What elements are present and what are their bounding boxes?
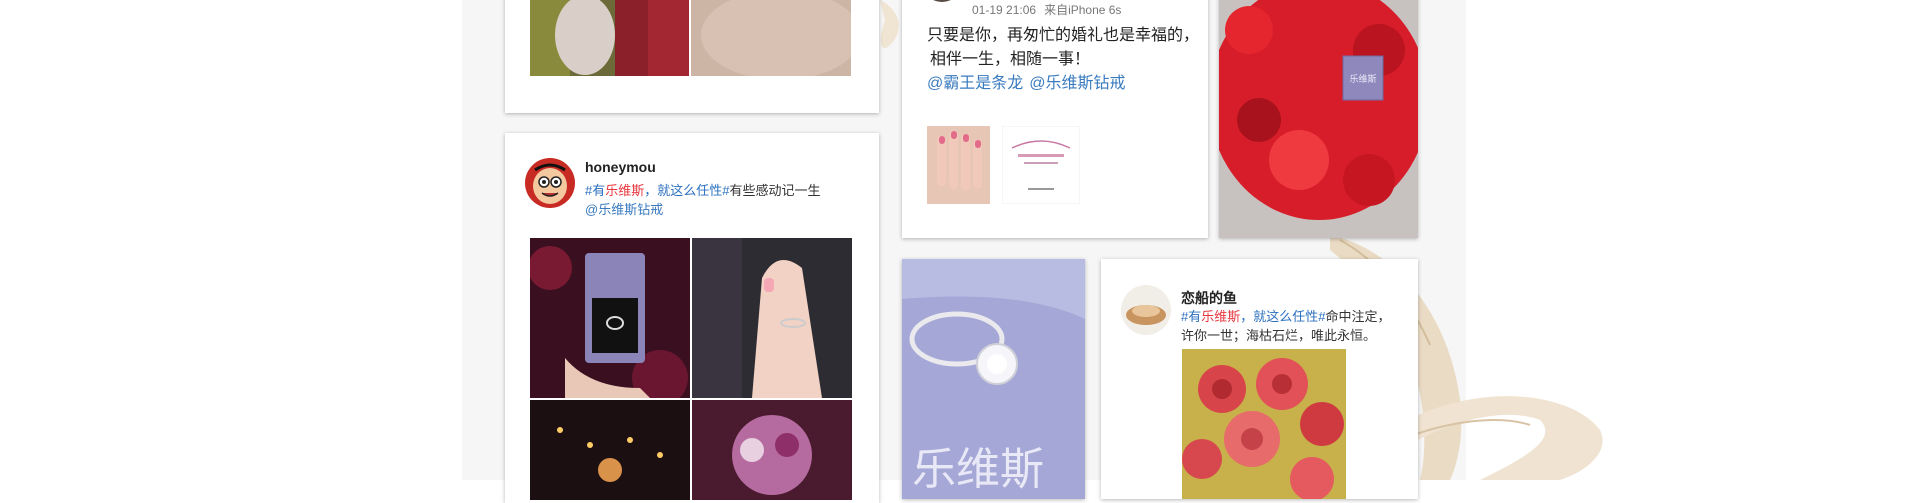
post-text-line: 只要是你，再匆忙的婚礼也是幸福的， (927, 27, 1200, 44)
post-photo[interactable] (1002, 126, 1080, 204)
post-photo[interactable]: 乐维斯 (1219, 0, 1418, 238)
post-photo[interactable] (530, 0, 689, 76)
post-card[interactable]: 乐维斯 (1219, 0, 1418, 238)
post-photo[interactable] (692, 238, 852, 398)
post-card[interactable] (505, 0, 879, 113)
hashtag-suffix: ，就这么任性# (644, 183, 730, 198)
post-card[interactable]: 恋船的鱼 #有乐维斯，就这么任性#命中注定， 许你一世；海枯石烂，唯此永恒。 (1101, 259, 1418, 499)
post-card[interactable]: honeymou #有乐维斯，就这么任性#有些感动记一生 @乐维斯钻戒 (505, 133, 879, 503)
post-source: 来自iPhone 6s (1044, 3, 1122, 17)
hashtag-prefix: #有 (1181, 309, 1202, 324)
post-photo[interactable] (530, 400, 690, 500)
box-logo: 乐维斯 (912, 444, 1044, 495)
mention-link[interactable]: @乐维斯钻戒 (585, 202, 663, 217)
post-time[interactable]: 01-19 21:06 (972, 3, 1036, 17)
post-text-line: 相伴一生，相随一事！ (930, 51, 1091, 68)
post-photo[interactable] (530, 238, 690, 398)
mention-link[interactable]: @霸王是条龙 (927, 75, 1023, 92)
post-body: 命中注定， (1325, 309, 1391, 324)
box-logo: 乐维斯 (1349, 73, 1376, 85)
post-photo[interactable] (692, 400, 852, 500)
user-avatar[interactable] (1121, 285, 1171, 335)
post-body: 有些感动记一生 (729, 183, 821, 198)
post-photo[interactable] (691, 0, 851, 76)
mentions: @霸王是条龙 @乐维斯钻戒 (927, 72, 1132, 96)
brand-word: 乐维斯 (605, 183, 645, 198)
post-photo[interactable] (1182, 349, 1346, 499)
username[interactable]: honeymou (585, 159, 656, 175)
post-card[interactable]: 01-19 21:06 来自iPhone 6s 只要是你，再匆忙的婚礼也是幸福的，… (902, 0, 1208, 238)
hashtag-link[interactable]: #有乐维斯，就这么任性# (1181, 309, 1325, 324)
hashtag-suffix: ，就这么任性# (1240, 309, 1326, 324)
post-photo[interactable]: 乐维斯 (902, 259, 1085, 499)
user-avatar[interactable] (922, 0, 962, 2)
mention-link[interactable]: @乐维斯钻戒 (1029, 75, 1125, 92)
post-text: #有乐维斯，就这么任性#命中注定， 许你一世；海枯石烂，唯此永恒。 (1181, 307, 1409, 345)
user-avatar[interactable] (525, 158, 575, 208)
hashtag-link[interactable]: #有乐维斯，就这么任性# (585, 183, 729, 198)
brand-word: 乐维斯 (1201, 309, 1241, 324)
username[interactable]: 恋船的鱼 (1181, 288, 1237, 308)
post-meta: 01-19 21:06 来自iPhone 6s (972, 1, 1121, 18)
post-body: 许你一世；海枯石烂，唯此永恒。 (1181, 328, 1377, 343)
post-photo[interactable] (927, 126, 990, 204)
post-text: #有乐维斯，就这么任性#有些感动记一生 @乐维斯钻戒 (585, 181, 865, 219)
post-card[interactable]: 乐维斯 (902, 259, 1085, 499)
hashtag-prefix: #有 (585, 183, 606, 198)
